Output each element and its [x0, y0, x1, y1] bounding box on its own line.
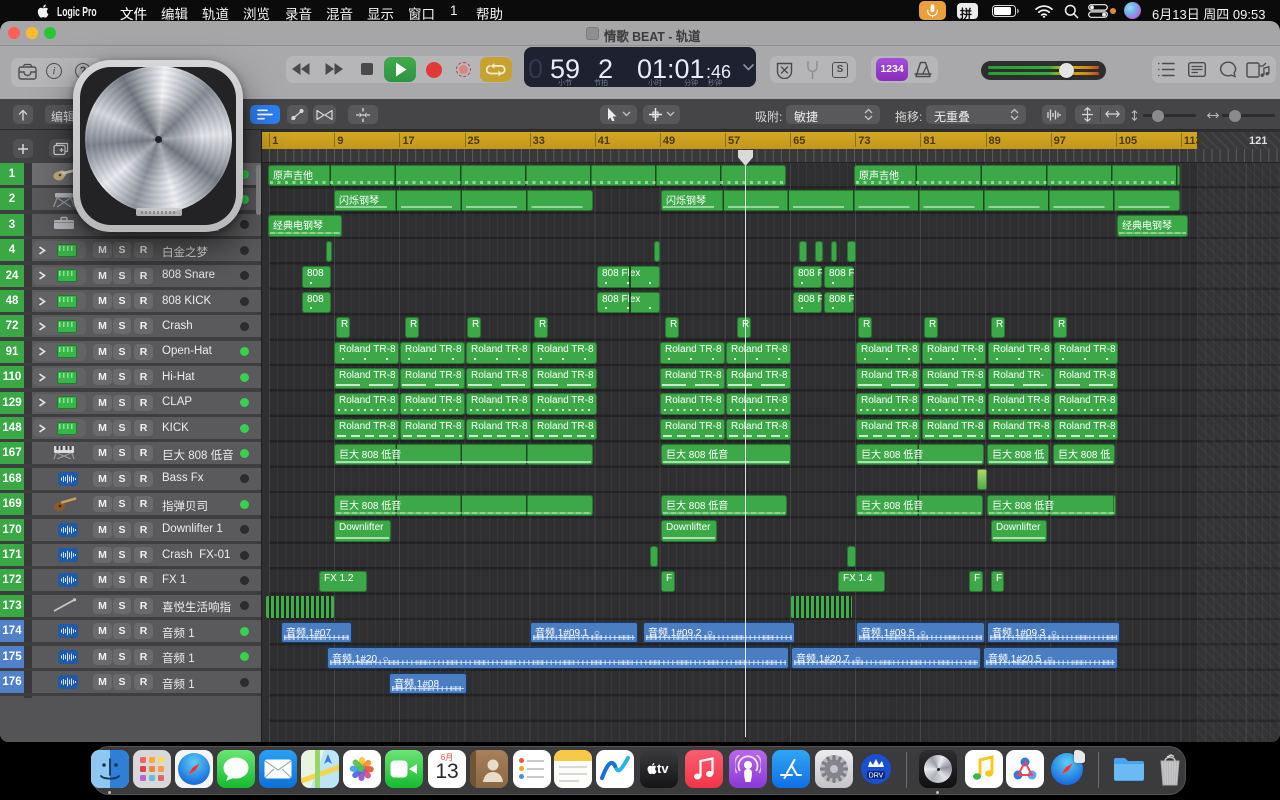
svg-text:DRV: DRV: [869, 773, 884, 780]
